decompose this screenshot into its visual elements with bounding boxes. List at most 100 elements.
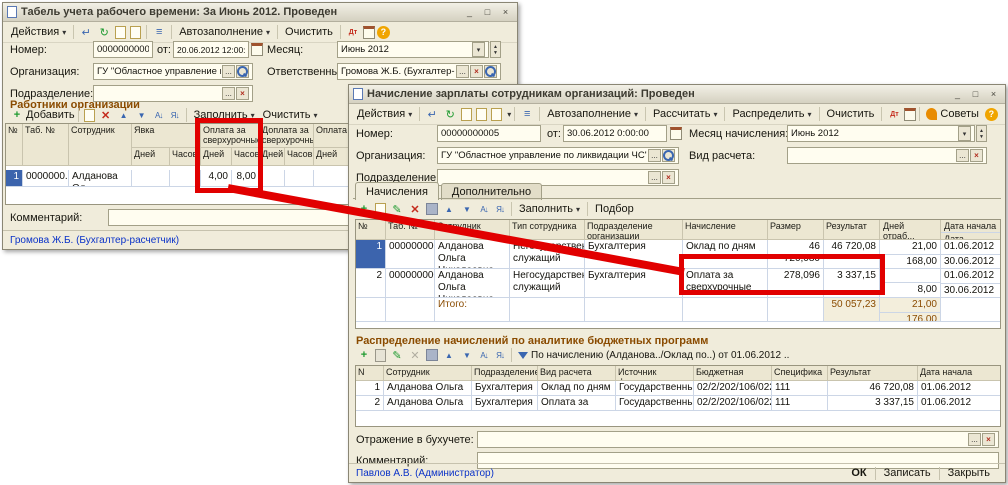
move-down-icon[interactable]: ▼ [459, 348, 475, 363]
cell-dept[interactable]: Бухгалтерия [585, 269, 683, 298]
cell-program[interactable]: 02/2/202/106/022 [694, 381, 772, 396]
reflect-field[interactable]: ...× [477, 431, 999, 448]
cell-overtime-hours[interactable]: 8,00 [232, 170, 260, 187]
clear-field-button[interactable]: × [662, 171, 675, 184]
delete-icon[interactable]: ✕ [98, 108, 114, 123]
row-number[interactable]: 2 [356, 269, 386, 298]
add-icon[interactable]: + [356, 348, 372, 363]
cell-type[interactable]: Негосударствен... служащий [510, 269, 585, 298]
ellipsis-button[interactable]: ... [648, 149, 661, 162]
move-up-icon[interactable]: ▲ [441, 202, 457, 217]
cell-date[interactable]: 01.06.2012 [918, 396, 1000, 411]
combo-arrow-icon[interactable]: ▾ [472, 42, 485, 57]
month-field[interactable]: Июнь 2012▾ [787, 125, 975, 142]
ok-button[interactable]: ОК [843, 467, 874, 479]
ellipsis-button[interactable]: ... [968, 433, 981, 446]
cell-result[interactable]: 46 720,08 [824, 240, 880, 269]
dtkt-icon[interactable]: Дт [886, 107, 902, 122]
close-button[interactable]: × [498, 6, 513, 19]
ellipsis-button[interactable]: ... [648, 171, 661, 184]
help-icon[interactable]: ? [377, 26, 390, 39]
ellipsis-button[interactable]: ... [956, 149, 969, 162]
cell-program[interactable]: 02/2/202/106/022 [694, 396, 772, 411]
cell-attend-days[interactable] [132, 170, 170, 187]
distribution-row[interactable]: 1 Алданова Ольга ... Бухгалтерия Оклад п… [356, 381, 1000, 396]
cell-dept[interactable]: Бухгалтерия [472, 381, 538, 396]
list-icon[interactable]: ≡ [519, 107, 535, 122]
calendar-icon[interactable] [670, 127, 682, 140]
cell-dates[interactable]: 01.06.2012 30.06.2012 [941, 269, 1000, 298]
row-number[interactable]: 1 [356, 381, 384, 396]
ellipsis-button[interactable]: ... [222, 65, 235, 78]
calculate-button[interactable]: Рассчитать▾ [649, 107, 721, 121]
add-copy-icon[interactable] [375, 203, 386, 216]
cell-calc-type[interactable]: Оплата за сверхур... [538, 396, 616, 411]
cell-type[interactable]: Негосударствен... служащий [510, 240, 585, 269]
cell-date[interactable]: 01.06.2012 [918, 381, 1000, 396]
search-button[interactable] [662, 149, 675, 162]
number-field[interactable]: 00000000005 [437, 125, 541, 142]
clear-field-button[interactable]: × [470, 65, 483, 78]
cell-size[interactable]: 278,096 [768, 269, 824, 298]
month-spinner[interactable]: ▲▼ [490, 41, 501, 58]
move-up-icon[interactable]: ▲ [441, 348, 457, 363]
sort-desc-icon[interactable]: Я↓ [492, 205, 508, 214]
timesheet-titlebar[interactable]: Табель учета рабочего времени: За Июнь 2… [3, 3, 517, 22]
register-icon[interactable] [363, 26, 375, 39]
post-document-icon[interactable]: ↵ [424, 107, 440, 122]
copy-icon[interactable] [115, 26, 126, 39]
sort-desc-icon[interactable]: Я↓ [492, 351, 508, 360]
accrual-titlebar[interactable]: Начисление зарплаты сотрудникам организа… [349, 85, 1005, 104]
cell-spec[interactable]: 111 [772, 381, 828, 396]
clear-field-button[interactable]: × [970, 149, 983, 162]
month-spinner[interactable]: ▲▼ [976, 125, 987, 142]
add-copy-icon[interactable] [375, 349, 386, 362]
cell-calc-type[interactable]: Оклад по дням [538, 381, 616, 396]
cell-source[interactable]: Государственный... [616, 381, 694, 396]
autofill-button[interactable]: Автозаполнение▾ [175, 25, 274, 39]
cell-employee[interactable]: Алданова Ольга Николаевна [435, 240, 510, 269]
filter-icon[interactable] [518, 352, 528, 359]
pick-button[interactable]: Подбор [591, 202, 638, 216]
tips-button[interactable]: Советы [940, 107, 982, 121]
cell-source[interactable]: Государственный... [616, 396, 694, 411]
sort-desc-icon[interactable]: Я↓ [167, 111, 183, 120]
cell-accrual[interactable]: Оплата за сверхурочные [683, 269, 768, 298]
cell-days-hours[interactable]: 21,00 168,00 [880, 240, 941, 269]
help-icon[interactable]: ? [985, 108, 998, 121]
date-field[interactable]: 20.06.2012 12:00:00 [173, 41, 249, 58]
month-field[interactable]: Июнь 2012▾ [337, 41, 489, 58]
minimize-button[interactable]: _ [462, 6, 477, 19]
resp-field[interactable]: Громова Ж.Б. (Бухгалтер-расчетч......× [337, 63, 501, 80]
save-order-icon[interactable] [426, 203, 438, 215]
clear-button[interactable]: Очистить [281, 25, 337, 39]
add-copy-icon[interactable] [84, 109, 95, 122]
cell-tab-number[interactable]: 0000000003 [386, 240, 435, 269]
add-icon[interactable]: + [9, 108, 25, 123]
delete-icon[interactable]: ✕ [407, 202, 423, 217]
minimize-button[interactable]: _ [950, 88, 965, 101]
cell-employee[interactable]: Алданова Ольга ... [384, 381, 472, 396]
clear-menu-button[interactable]: Очистить▾ [259, 108, 322, 122]
date-field[interactable]: 30.06.2012 0:00:00 [563, 125, 667, 142]
search-button[interactable] [236, 65, 249, 78]
cell-dates[interactable]: 01.06.2012 30.06.2012 [941, 240, 1000, 269]
cell-result[interactable]: 46 720,08 [828, 381, 918, 396]
number-field[interactable]: 00000000004 [93, 41, 153, 58]
refresh-icon[interactable]: ↻ [442, 107, 458, 122]
clear-field-button[interactable]: × [236, 87, 249, 100]
cell-holiday-days[interactable] [314, 170, 349, 187]
cell-spec[interactable]: 111 [772, 396, 828, 411]
fill-menu-button[interactable]: Заполнить▾ [190, 108, 259, 122]
copy-new-icon[interactable] [130, 26, 141, 39]
row-number[interactable]: 2 [356, 396, 384, 411]
calc-type-field[interactable]: ...× [787, 147, 987, 164]
sort-asc-icon[interactable]: А↓ [476, 351, 492, 360]
save-button[interactable]: Записать [876, 467, 939, 479]
move-down-icon[interactable]: ▼ [134, 108, 150, 123]
close-dialog-button[interactable]: Закрыть [940, 467, 998, 479]
org-field[interactable]: ГУ "Областное управление по ликвидации Ч… [437, 147, 679, 164]
sort-asc-icon[interactable]: А↓ [476, 205, 492, 214]
delete-icon[interactable]: ✕ [407, 348, 423, 363]
cell-employee[interactable]: Алданова Ол... [69, 170, 132, 187]
